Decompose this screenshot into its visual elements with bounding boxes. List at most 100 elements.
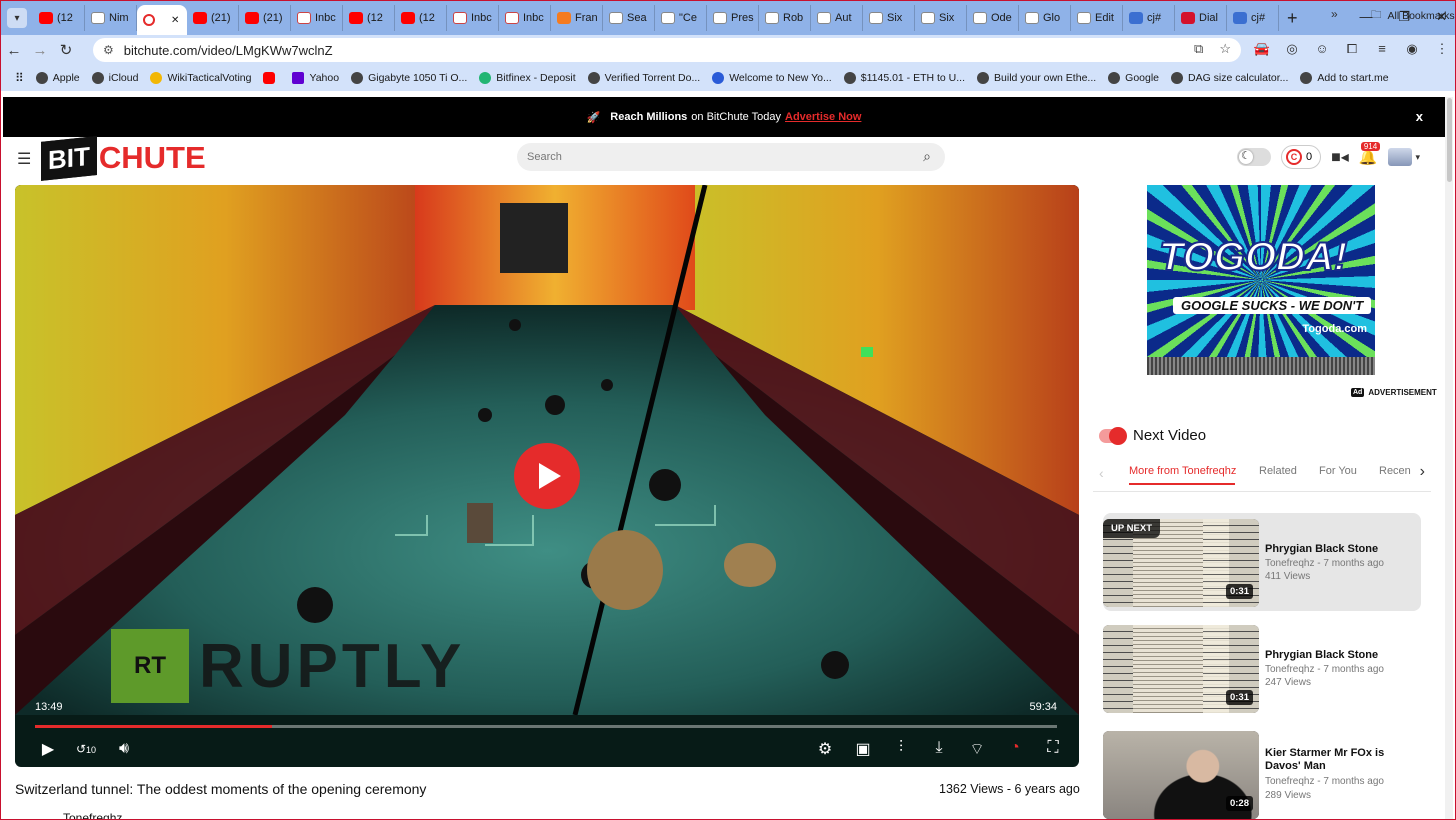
- browser-tab[interactable]: Inbc: [447, 5, 499, 31]
- tab-label: Ode: [991, 12, 1012, 24]
- bookmark-item[interactable]: WikiTacticalVoting: [150, 72, 251, 84]
- close-tab-icon[interactable]: ✕: [171, 15, 179, 26]
- miniplayer-icon[interactable]: ▣: [851, 739, 875, 759]
- page-scrollbar[interactable]: [1445, 97, 1453, 819]
- browser-tab[interactable]: ✕: [137, 5, 187, 35]
- tab-for-you[interactable]: For You: [1319, 465, 1357, 477]
- play-button[interactable]: ▶: [29, 739, 67, 759]
- advertisement-banner[interactable]: TOGODA! GOOGLE SUCKS - WE DON'T Togoda.c…: [1147, 185, 1375, 375]
- progress-bar[interactable]: [35, 725, 1057, 728]
- bookmark-item[interactable]: Build your own Ethe...: [977, 72, 1096, 84]
- rewind-10-button[interactable]: ↺10: [67, 742, 105, 756]
- chevron-down-icon[interactable]: ▾: [1416, 152, 1421, 163]
- browser-tab[interactable]: Pres: [707, 5, 759, 31]
- browser-tab[interactable]: (21): [239, 5, 291, 31]
- autoplay-toggle[interactable]: [1099, 427, 1127, 445]
- bookmark-item[interactable]: Google: [1108, 72, 1159, 84]
- notifications-bell-icon[interactable]: 🔔 914: [1359, 142, 1381, 166]
- bitchute-icon[interactable]: ◔: [1003, 739, 1027, 759]
- bookmark-item[interactable]: $1145.01 - ETH to U...: [843, 72, 965, 84]
- scrollbar-thumb[interactable]: [1447, 98, 1452, 182]
- browser-tab[interactable]: Ode: [967, 5, 1019, 31]
- search-input[interactable]: Search ⌕: [517, 143, 945, 171]
- bookmark-item[interactable]: [263, 72, 280, 84]
- browser-tab[interactable]: Glo: [1019, 5, 1071, 31]
- tab-label: Inbc: [315, 12, 336, 24]
- dark-mode-toggle[interactable]: ☾: [1237, 148, 1271, 166]
- channel-name[interactable]: Tonefreqhz: [63, 811, 122, 819]
- install-icon[interactable]: ⧉: [1194, 41, 1203, 57]
- tab-search-icon[interactable]: ▾: [7, 8, 27, 28]
- browser-tab[interactable]: (12: [33, 5, 85, 31]
- bookmarks-overflow-icon[interactable]: »: [1331, 7, 1338, 21]
- video-card[interactable]: 0:31 Phrygian Black Stone Tonefreqhz - 7…: [1103, 619, 1421, 717]
- video-card[interactable]: 0:28 Kier Starmer Mr FOx is Davos' Man T…: [1103, 725, 1421, 819]
- bookmark-item[interactable]: iCloud: [91, 72, 138, 84]
- extension-car-icon[interactable]: 🚘: [1253, 41, 1271, 57]
- all-bookmarks-button[interactable]: 🗀 All Bookmarks: [1371, 7, 1455, 25]
- media-control-icon[interactable]: ≡: [1373, 41, 1391, 57]
- browser-menu-icon[interactable]: ⋮: [1433, 41, 1451, 57]
- upload-video-icon[interactable]: ■◂: [1331, 147, 1349, 167]
- extension-sync-icon[interactable]: ◎: [1283, 41, 1301, 57]
- browser-tab[interactable]: cj#: [1123, 5, 1175, 31]
- new-tab-icon[interactable]: +: [1287, 8, 1298, 29]
- back-icon[interactable]: ←: [1, 42, 27, 59]
- browser-tab[interactable]: (21): [187, 5, 239, 31]
- browser-tab[interactable]: Sea: [603, 5, 655, 31]
- apps-grid-icon[interactable]: ⠿: [15, 71, 24, 85]
- forward-icon[interactable]: →: [27, 42, 53, 59]
- address-bar[interactable]: ⚙ bitchute.com/video/LMgKWw7wclnZ ⧉ ☆: [93, 38, 1241, 62]
- browser-tab[interactable]: "Ce: [655, 5, 707, 31]
- fullscreen-icon[interactable]: ⛶: [1041, 739, 1065, 759]
- tab-recent[interactable]: Recen: [1379, 465, 1411, 477]
- extensions-puzzle-icon[interactable]: ⧠: [1343, 41, 1361, 57]
- browser-tab[interactable]: Inbc: [499, 5, 551, 31]
- site-info-icon[interactable]: ⚙: [103, 43, 114, 57]
- browser-tab[interactable]: Nim: [85, 5, 137, 31]
- advertise-now-link[interactable]: Advertise Now: [785, 111, 861, 123]
- cast-icon[interactable]: ⌔: [965, 739, 989, 759]
- big-play-button[interactable]: [514, 443, 580, 509]
- search-icon[interactable]: ⌕: [923, 148, 931, 165]
- browser-tab[interactable]: Dial: [1175, 5, 1227, 31]
- bookmark-item[interactable]: Verified Torrent Do...: [587, 72, 700, 84]
- chevron-right-icon[interactable]: ›: [1420, 463, 1425, 481]
- bookmark-item[interactable]: Apple: [35, 72, 80, 84]
- coins-button[interactable]: C 0: [1281, 145, 1322, 169]
- profile-icon[interactable]: ◉: [1403, 41, 1421, 57]
- browser-tab[interactable]: Aut: [811, 5, 863, 31]
- reload-icon[interactable]: ↻: [53, 41, 79, 59]
- bookmark-item[interactable]: DAG size calculator...: [1171, 72, 1288, 84]
- bookmark-item[interactable]: Bitfinex - Deposit: [479, 72, 576, 84]
- download-icon[interactable]: ⤓: [927, 739, 951, 759]
- chevron-left-icon[interactable]: ‹: [1099, 465, 1104, 481]
- browser-tab[interactable]: Rob: [759, 5, 811, 31]
- bookmark-item[interactable]: Gigabyte 1050 Ti O...: [351, 72, 467, 84]
- bookmark-star-icon[interactable]: ☆: [1219, 41, 1231, 57]
- video-player[interactable]: RT RUPTLY 13:49 59:34 ▶ ↺10 🔊︎ ⚙ ▣ ⫶ ⤓ ⌔…: [15, 185, 1079, 767]
- tab-related[interactable]: Related: [1259, 465, 1297, 477]
- browser-tab[interactable]: Six: [915, 5, 967, 31]
- bookmark-item[interactable]: Add to start.me: [1300, 72, 1389, 84]
- settings-gear-icon[interactable]: ⚙: [813, 739, 837, 759]
- extension-face-icon[interactable]: ☺: [1313, 41, 1331, 57]
- browser-tab[interactable]: cj#: [1227, 5, 1279, 31]
- promo-close-button[interactable]: x: [1416, 109, 1423, 124]
- tab-more-from-channel[interactable]: More from Tonefreqhz: [1129, 465, 1236, 477]
- video-duration: 0:28: [1225, 796, 1253, 811]
- hamburger-menu-icon[interactable]: ☰: [17, 149, 31, 169]
- chapters-icon[interactable]: ⫶: [889, 739, 913, 759]
- avatar[interactable]: [1387, 148, 1412, 166]
- volume-icon[interactable]: 🔊︎: [105, 740, 143, 758]
- browser-tab[interactable]: Edit: [1071, 5, 1123, 31]
- browser-tab[interactable]: Six: [863, 5, 915, 31]
- browser-tab[interactable]: (12: [343, 5, 395, 31]
- browser-tab[interactable]: Inbc: [291, 5, 343, 31]
- browser-tab[interactable]: Fran: [551, 5, 603, 31]
- bookmark-item[interactable]: Welcome to New Yo...: [712, 72, 832, 84]
- bookmark-item[interactable]: Yahoo: [292, 72, 339, 84]
- browser-tab[interactable]: (12: [395, 5, 447, 31]
- bitchute-logo[interactable]: BIT CHUTE: [41, 135, 206, 181]
- video-card[interactable]: 0:31 UP NEXT Phrygian Black Stone Tonefr…: [1103, 513, 1421, 611]
